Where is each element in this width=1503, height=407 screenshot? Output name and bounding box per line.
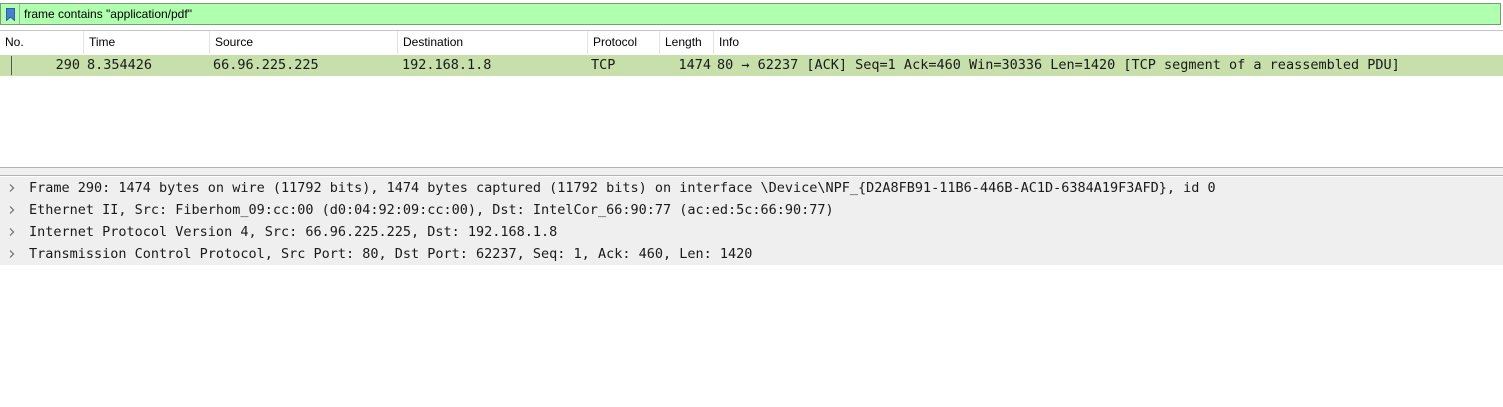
column-header-info[interactable]: Info: [714, 31, 1503, 54]
tree-item-ipv4[interactable]: Internet Protocol Version 4, Src: 66.96.…: [0, 221, 1503, 243]
chevron-right-icon[interactable]: [7, 227, 17, 237]
packet-row[interactable]: 290 8.354426 66.96.225.225 192.168.1.8 T…: [0, 55, 1503, 76]
tree-item-label: Ethernet II, Src: Fiberhom_09:cc:00 (d0:…: [29, 202, 834, 218]
display-filter-input[interactable]: [20, 4, 1500, 24]
packet-no: 290: [55, 57, 80, 73]
column-header-length[interactable]: Length: [660, 31, 714, 54]
filter-bookmark-button[interactable]: [1, 4, 20, 24]
tree-item-label: Transmission Control Protocol, Src Port:…: [29, 246, 753, 262]
pane-splitter[interactable]: [0, 167, 1503, 176]
packet-details-tree: Frame 290: 1474 bytes on wire (11792 bit…: [0, 177, 1503, 265]
packet-list-header: No. Time Source Destination Protocol Len…: [0, 31, 1503, 54]
tree-item-label: Frame 290: 1474 bytes on wire (11792 bit…: [29, 180, 1216, 196]
chevron-right-icon[interactable]: [7, 183, 17, 193]
display-filter-bar: [0, 3, 1501, 25]
column-header-destination[interactable]: Destination: [398, 31, 588, 54]
column-header-no[interactable]: No.: [0, 31, 84, 54]
wireshark-window: No. Time Source Destination Protocol Len…: [0, 0, 1503, 407]
column-header-time[interactable]: Time: [84, 31, 210, 54]
chevron-right-icon[interactable]: [7, 249, 17, 259]
packet-time: 8.354426: [87, 57, 153, 73]
packet-length: 1474: [678, 57, 711, 73]
packet-source: 66.96.225.225: [213, 57, 319, 73]
column-header-protocol[interactable]: Protocol: [588, 31, 660, 54]
tree-item-ethernet[interactable]: Ethernet II, Src: Fiberhom_09:cc:00 (d0:…: [0, 199, 1503, 221]
packet-destination: 192.168.1.8: [402, 57, 492, 73]
tree-item-frame[interactable]: Frame 290: 1474 bytes on wire (11792 bit…: [0, 177, 1503, 199]
packet-info: 80 → 62237 [ACK] Seq=1 Ack=460 Win=30336…: [717, 57, 1400, 73]
tree-item-label: Internet Protocol Version 4, Src: 66.96.…: [29, 224, 558, 240]
packet-list-pane: No. Time Source Destination Protocol Len…: [0, 30, 1503, 167]
chevron-right-icon[interactable]: [7, 205, 17, 215]
tree-item-tcp[interactable]: Transmission Control Protocol, Src Port:…: [0, 243, 1503, 265]
packet-details-pane: Frame 290: 1474 bytes on wire (11792 bit…: [0, 176, 1503, 407]
bookmark-icon: [5, 7, 15, 21]
packet-protocol: TCP: [591, 57, 616, 73]
column-header-source[interactable]: Source: [210, 31, 398, 54]
